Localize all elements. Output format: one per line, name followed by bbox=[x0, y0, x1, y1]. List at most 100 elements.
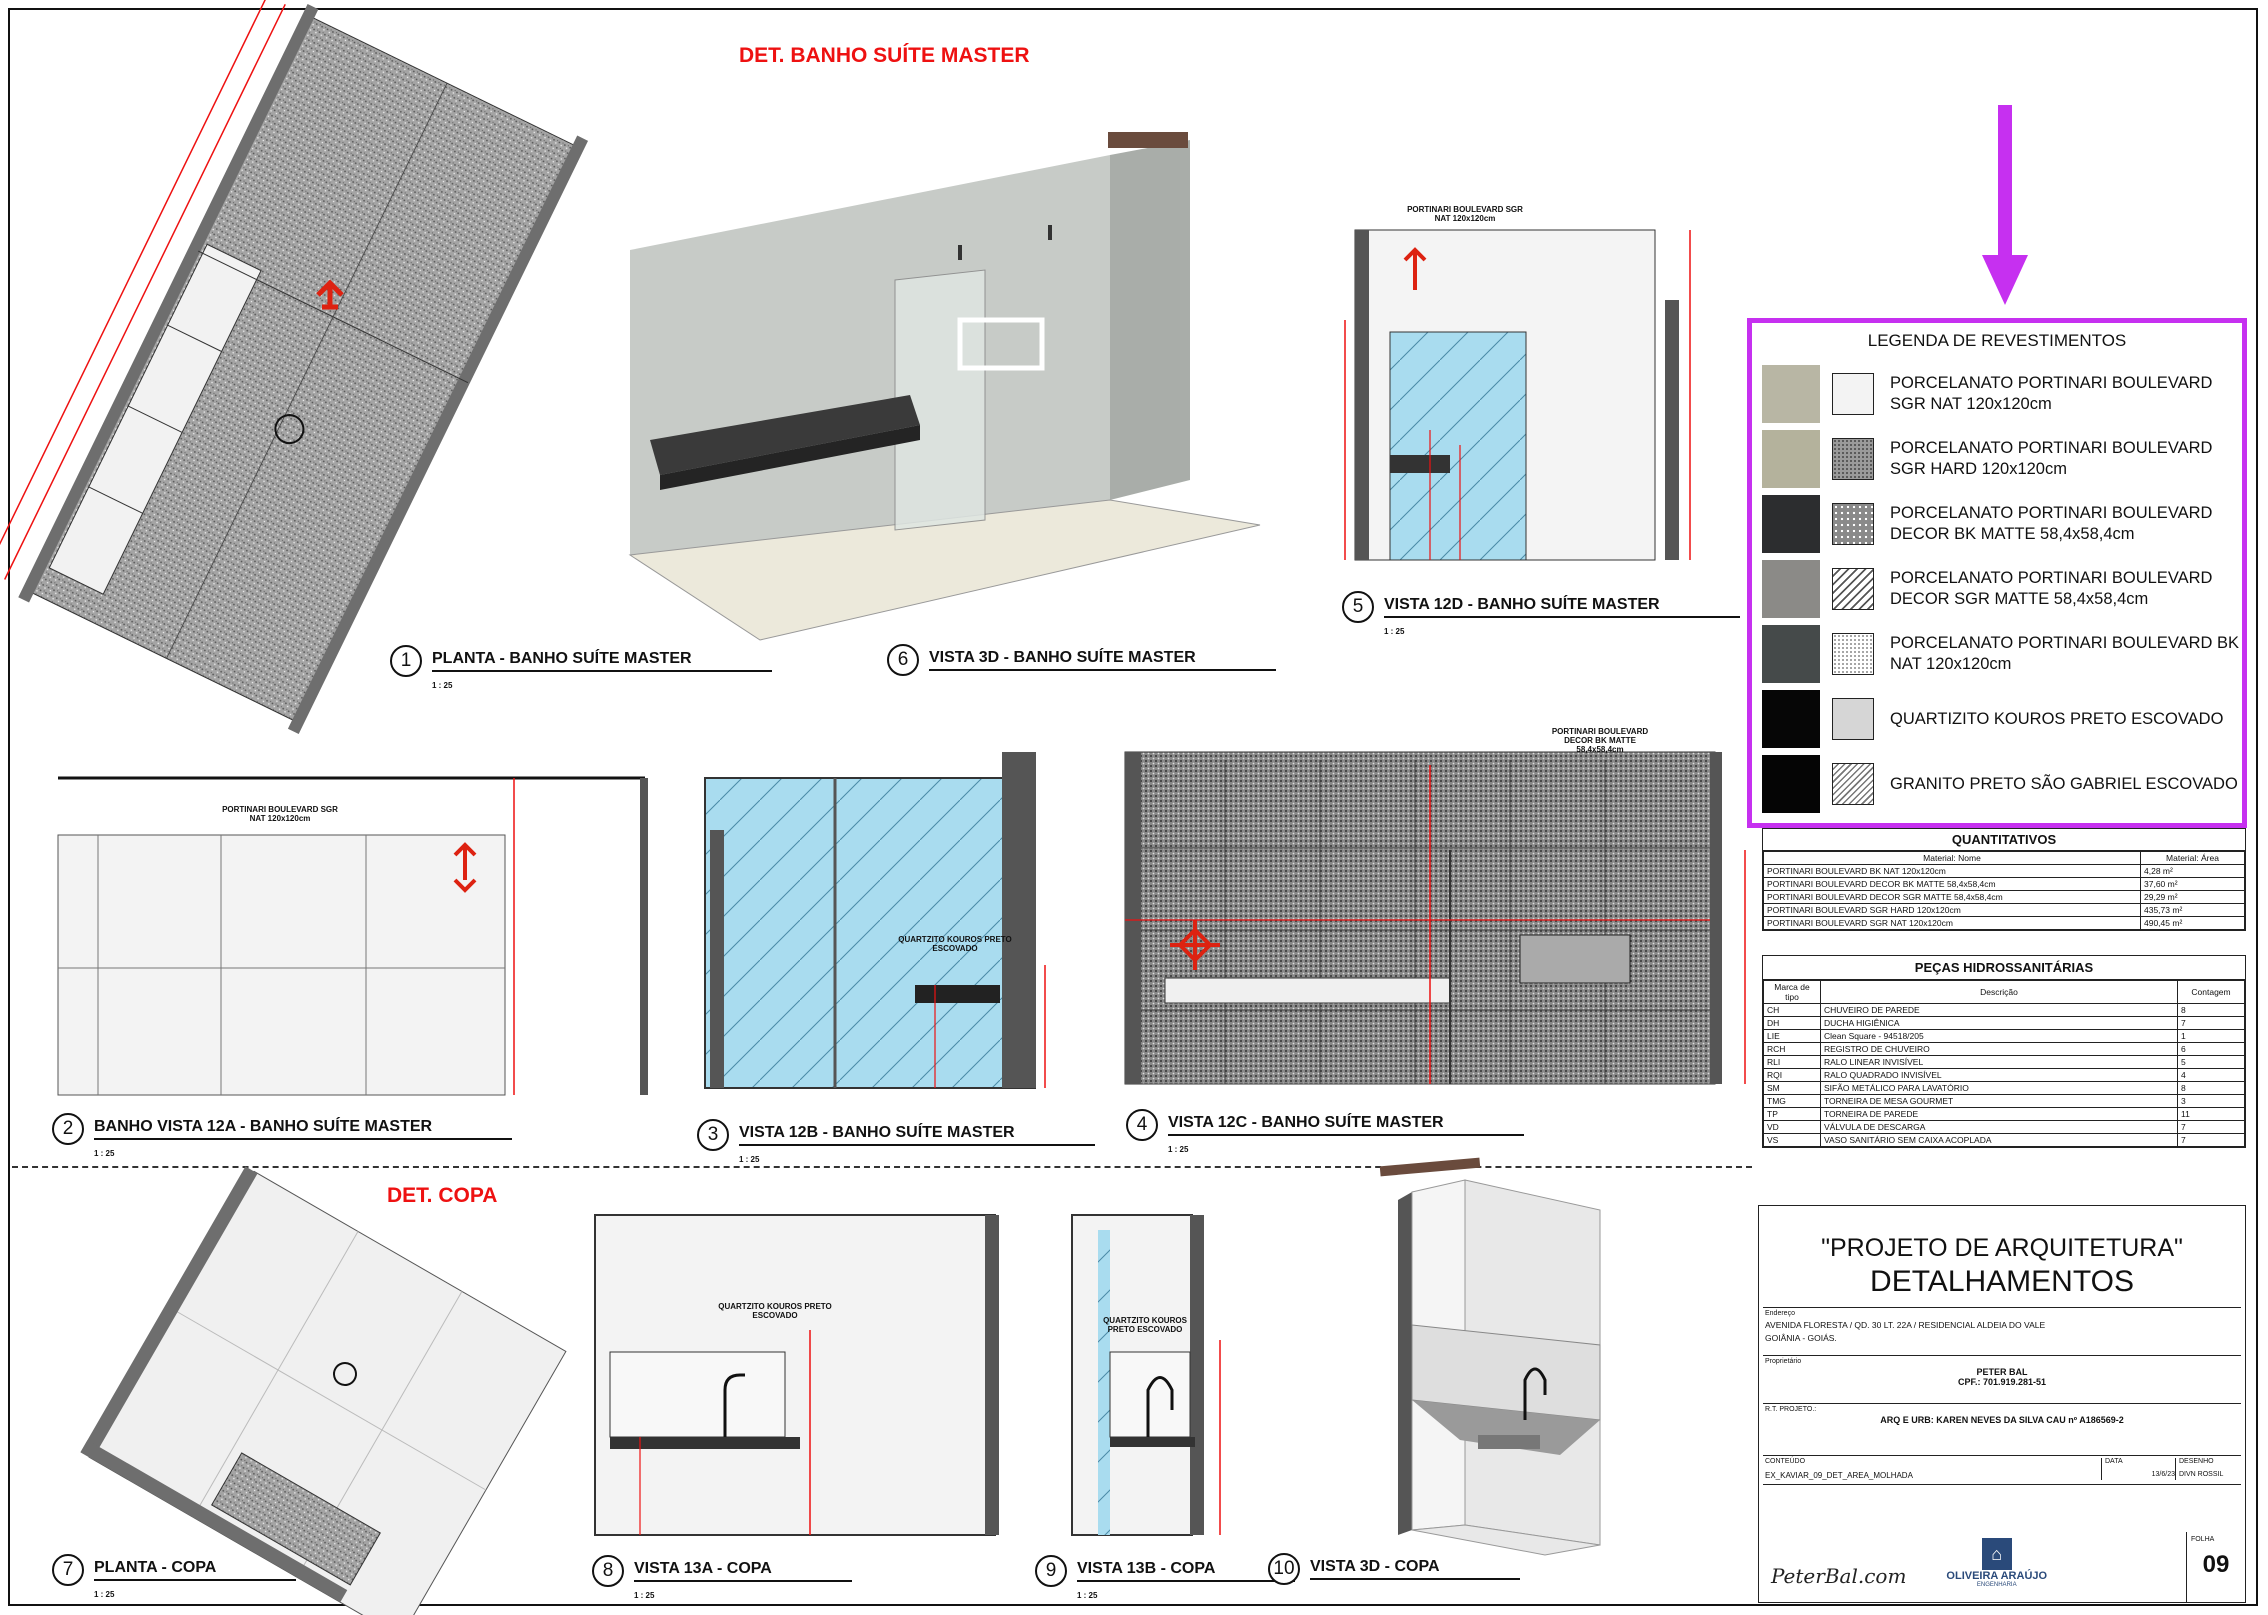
view-title: VISTA 13B - COPA bbox=[1077, 1560, 1296, 1582]
3d-bath bbox=[628, 132, 1261, 641]
sheet-label: FOLHA bbox=[2191, 1536, 2215, 1543]
view-label-6: 6 VISTA 3D - BANHO SUÍTE MASTER bbox=[887, 644, 1276, 676]
table-cell: 11 bbox=[2177, 1107, 2245, 1121]
table-cell: 3 bbox=[2177, 1094, 2245, 1108]
view-title: VISTA 3D - BANHO SUÍTE MASTER bbox=[929, 649, 1276, 671]
date-label: DATA bbox=[2105, 1458, 2123, 1465]
view-label-5: 5 VISTA 12D - BANHO SUÍTE MASTER 1 : 25 bbox=[1342, 591, 1740, 636]
note-v4: PORTINARI BOULEVARD DECOR BK MATTE 58,4x… bbox=[1551, 727, 1649, 755]
table-row: VD VÁLVULA DE DESCARGA 7 bbox=[1763, 1120, 2245, 1134]
oliveira-logo-sub: ENGENHARIA bbox=[1976, 1582, 2017, 1588]
legend-label: PORCELANATO PORTINARI BOULEVARD BK NAT 1… bbox=[1890, 634, 2240, 673]
table-cell: 7 bbox=[2177, 1120, 2245, 1134]
peterbal-logo: PeterBal.com bbox=[1771, 1564, 1907, 1588]
legend-item: QUARTIZITO KOUROS PRETO ESCOVADO bbox=[1762, 690, 2250, 748]
table-cell: RCH bbox=[1763, 1042, 1821, 1056]
design-value: DIVN ROSSIL bbox=[2179, 1471, 2224, 1478]
elev-13a bbox=[594, 1214, 999, 1536]
legend-item: PORCELANATO PORTINARI BOULEVARD SGR NAT … bbox=[1762, 365, 2250, 423]
project-title: "PROJETO DE ARQUITETURA" bbox=[1821, 1234, 2183, 1262]
table-row: LIE Clean Square - 94518/205 1 bbox=[1763, 1029, 2245, 1043]
view-label-3: 3 VISTA 12B - BANHO SUÍTE MASTER 1 : 25 bbox=[697, 1119, 1095, 1164]
table-row: SM SIFÃO METÁLICO PARA LAVATÓRIO 8 bbox=[1763, 1081, 2245, 1095]
view-title: VISTA 13A - COPA bbox=[634, 1560, 852, 1582]
legend-item: PORCELANATO PORTINARI BOULEVARD DECOR SG… bbox=[1762, 560, 2250, 618]
legend-hatch-pattern bbox=[1832, 763, 1874, 805]
view-label-8: 8 VISTA 13A - COPA 1 : 25 bbox=[592, 1555, 852, 1600]
table-cell: DUCHA HIGIÊNICA bbox=[1820, 1016, 2178, 1030]
table-row: VS VASO SANITÁRIO SEM CAIXA ACOPLADA 7 bbox=[1763, 1133, 2245, 1147]
table-cell: VASO SANITÁRIO SEM CAIXA ACOPLADA bbox=[1820, 1133, 2178, 1147]
view-number: 6 bbox=[887, 644, 919, 676]
pecas-title: PEÇAS HIDROSSANITÁRIAS bbox=[1763, 956, 2245, 980]
legend-hatch-pattern bbox=[1832, 698, 1874, 740]
legend-color-swatch bbox=[1762, 690, 1820, 748]
view-number: 9 bbox=[1035, 1555, 1067, 1587]
table-cell: PORTINARI BOULEVARD BK NAT 120x120cm bbox=[1763, 864, 2141, 878]
table-cell: VD bbox=[1763, 1120, 1821, 1134]
table-cell: Clean Square - 94518/205 bbox=[1820, 1029, 2178, 1043]
owner-name: PETER BAL bbox=[1976, 1367, 2028, 1377]
quantitativos-title: QUANTITATIVOS bbox=[1763, 829, 2245, 851]
table-header: Marca de tipo bbox=[1763, 980, 1821, 1004]
view-title: VISTA 3D - COPA bbox=[1310, 1558, 1520, 1580]
elev-13b bbox=[1071, 1214, 1221, 1536]
table-header: Descrição bbox=[1820, 980, 2178, 1004]
legend-item: PORCELANATO PORTINARI BOULEVARD DECOR BK… bbox=[1762, 495, 2250, 553]
legend-hatch-pattern bbox=[1832, 568, 1874, 610]
table-row: PORTINARI BOULEVARD BK NAT 120x120cm 4,28… bbox=[1763, 864, 2245, 878]
table-cell: PORTINARI BOULEVARD DECOR SGR MATTE 58,4… bbox=[1763, 890, 2141, 904]
table-cell: RALO LINEAR INVISÍVEL bbox=[1820, 1055, 2178, 1069]
table-cell: 490,45 m² bbox=[2140, 916, 2245, 930]
table-cell: REGISTRO DE CHUVEIRO bbox=[1820, 1042, 2178, 1056]
view-scale: 1 : 25 bbox=[1384, 627, 1405, 636]
table-cell: PORTINARI BOULEVARD DECOR BK MATTE 58,4x… bbox=[1763, 877, 2141, 891]
file-label: CONTEÚDO bbox=[1765, 1458, 1806, 1465]
view-title: VISTA 12B - BANHO SUÍTE MASTER bbox=[739, 1124, 1095, 1146]
legend-hatch-pattern bbox=[1832, 503, 1874, 545]
legend-label: PORCELANATO PORTINARI BOULEVARD DECOR BK… bbox=[1890, 504, 2213, 543]
date-value: 13/6/23 bbox=[2151, 1471, 2175, 1478]
table-cell: RALO QUADRADO INVISÍVEL bbox=[1820, 1068, 2178, 1082]
table-cell: TMG bbox=[1763, 1094, 1821, 1108]
view-title: PLANTA - BANHO SUÍTE MASTER bbox=[432, 650, 772, 672]
legend-label: PORCELANATO PORTINARI BOULEVARD DECOR SG… bbox=[1890, 569, 2213, 608]
oliveira-logo-text: OLIVEIRA ARAÚJO bbox=[1946, 1570, 2048, 1582]
view-title: BANHO VISTA 12A - BANHO SUÍTE MASTER bbox=[94, 1118, 513, 1140]
table-row: RQI RALO QUADRADO INVISÍVEL 4 bbox=[1763, 1068, 2245, 1082]
legend-hatch-pattern bbox=[1832, 633, 1874, 675]
view-label-4: 4 VISTA 12C - BANHO SUÍTE MASTER 1 : 25 bbox=[1126, 1109, 1524, 1154]
note-v5: PORTINARI BOULEVARD SGR NAT 120x120cm bbox=[1407, 205, 1523, 224]
rt-label: R.T. PROJETO.: bbox=[1765, 1406, 1817, 1413]
highlight-arrow bbox=[1982, 105, 2028, 305]
owner-label: Proprietário bbox=[1765, 1358, 1802, 1365]
elev-12b bbox=[704, 752, 1046, 1089]
table-row: TMG TORNEIRA DE MESA GOURMET 3 bbox=[1763, 1094, 2245, 1108]
view-title: PLANTA - COPA bbox=[94, 1559, 297, 1581]
legend-color-swatch bbox=[1762, 625, 1820, 683]
legend-color-swatch bbox=[1762, 755, 1820, 813]
elev-12d bbox=[1344, 229, 1691, 561]
legend-title: LEGENDA DE REVESTIMENTOS bbox=[1867, 331, 2127, 350]
3d-copa bbox=[1379, 1157, 1601, 1556]
address-line-2: GOIÂNIA - GOIÁS. bbox=[1765, 1333, 1837, 1343]
table-cell: RQI bbox=[1763, 1068, 1821, 1082]
view-label-1: 1 PLANTA - BANHO SUÍTE MASTER 1 : 25 bbox=[390, 645, 772, 690]
owner-cpf: CPF.: 701.919.281-51 bbox=[1957, 1377, 2047, 1387]
table-cell: SIFÃO METÁLICO PARA LAVATÓRIO bbox=[1820, 1081, 2178, 1095]
table-row: TP TORNEIRA DE PAREDE 11 bbox=[1763, 1107, 2245, 1121]
plan-bath bbox=[0, 0, 589, 735]
note-v9: QUARTZITO KOUROS PRETO ESCOVADO bbox=[1103, 1316, 1187, 1335]
view-scale: 1 : 25 bbox=[432, 681, 453, 690]
view-scale: 1 : 25 bbox=[634, 1591, 655, 1600]
table-cell: RLI bbox=[1763, 1055, 1821, 1069]
table-cell: VÁLVULA DE DESCARGA bbox=[1820, 1120, 2178, 1134]
table-cell: 7 bbox=[2177, 1016, 2245, 1030]
table-cell: PORTINARI BOULEVARD SGR NAT 120x120cm bbox=[1763, 916, 2141, 930]
view-title: VISTA 12C - BANHO SUÍTE MASTER bbox=[1168, 1114, 1524, 1136]
table-row: RCH REGISTRO DE CHUVEIRO 6 bbox=[1763, 1042, 2245, 1056]
table-cell: 8 bbox=[2177, 1003, 2245, 1017]
table-row: PORTINARI BOULEVARD SGR NAT 120x120cm 490… bbox=[1763, 916, 2245, 930]
file-value: EX_KAVIAR_09_DET_AREA_MOLHADA bbox=[1765, 1471, 1913, 1480]
table-cell: 4,28 m² bbox=[2140, 864, 2245, 878]
